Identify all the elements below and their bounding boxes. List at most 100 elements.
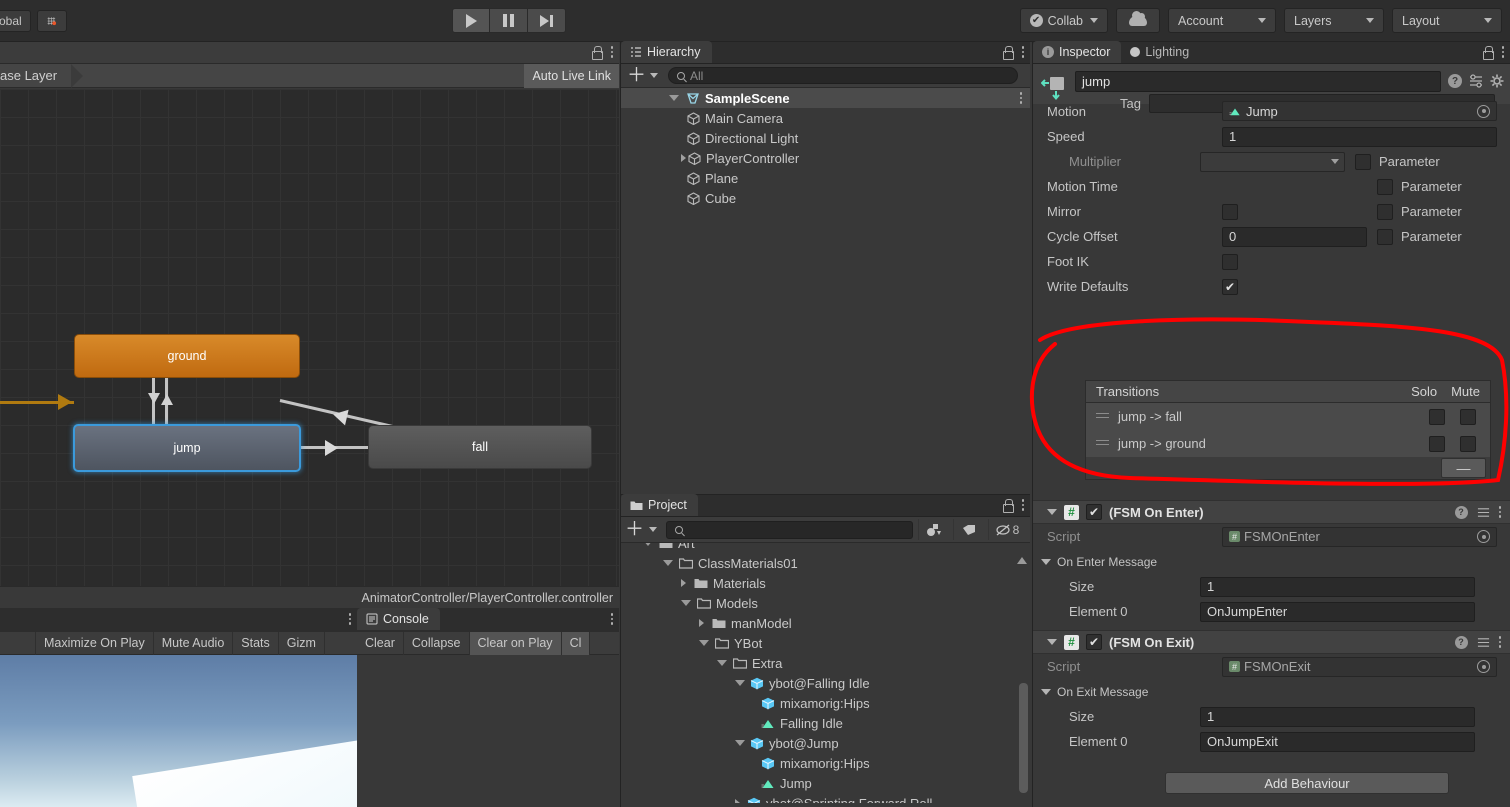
lock-icon[interactable] (591, 46, 603, 60)
pause-button[interactable] (490, 8, 528, 33)
foldout-open-icon[interactable] (717, 660, 727, 666)
layers-button[interactable]: Layers (1284, 8, 1384, 33)
project-scrollbar[interactable] (1017, 557, 1028, 803)
preset-icon[interactable] (1469, 74, 1483, 88)
object-picker-icon[interactable] (1477, 530, 1490, 543)
hierarchy-row-samplescene[interactable]: SampleScene (621, 88, 1030, 108)
transition-mute-checkbox[interactable] (1460, 408, 1476, 425)
kebab-menu-icon[interactable] (348, 613, 351, 625)
stats-button[interactable]: Stats (233, 631, 279, 655)
state-node-fall[interactable]: fall (368, 425, 592, 469)
help-icon[interactable]: ? (1448, 74, 1462, 88)
chevron-down-icon[interactable] (650, 73, 659, 78)
add-object-button[interactable]: ＋ (627, 66, 646, 85)
transition-solo-checkbox[interactable] (1429, 435, 1445, 452)
kebab-menu-icon[interactable] (1498, 636, 1501, 648)
foldout-closed-icon[interactable] (699, 619, 704, 627)
chevron-down-icon[interactable] (649, 527, 658, 532)
kebab-menu-icon[interactable] (610, 613, 613, 625)
console-clear-button[interactable]: Clear (357, 631, 404, 655)
project-row-classmaterials01[interactable]: ClassMaterials01 (621, 553, 1030, 573)
cycle-offset-parameter-checkbox[interactable] (1377, 228, 1393, 245)
foot-ik-checkbox[interactable] (1222, 253, 1238, 270)
motion-object-field[interactable]: Jump (1222, 101, 1497, 121)
project-search-input[interactable] (666, 520, 913, 539)
object-picker-icon[interactable] (1477, 104, 1490, 118)
play-button[interactable] (452, 8, 490, 33)
lock-icon[interactable] (1002, 46, 1014, 60)
drag-handle-icon[interactable] (1096, 412, 1109, 421)
kebab-menu-icon[interactable] (1021, 46, 1024, 58)
hidden-packages-toggle[interactable]: 8 (988, 519, 1026, 540)
hierarchy-row-directional-light[interactable]: Directional Light (621, 128, 1030, 148)
grid-snap-icon[interactable] (36, 9, 67, 32)
auto-live-link-button[interactable]: Auto Live Link (524, 64, 619, 88)
project-row-ybot-sprinting-forward-roll[interactable]: ybot@Sprinting Forward Roll (621, 793, 1030, 803)
transition-row-jump-to-ground[interactable]: jump -> ground (1086, 430, 1490, 457)
state-node-jump[interactable]: jump (73, 424, 301, 472)
kebab-menu-icon[interactable] (1501, 46, 1504, 58)
hierarchy-tree[interactable]: SampleScene Main Camera Directional Ligh… (621, 88, 1030, 208)
tab-project[interactable]: Project (621, 494, 698, 516)
kebab-menu-icon[interactable] (610, 46, 613, 58)
tab-inspector[interactable]: i Inspector (1033, 41, 1122, 63)
scroll-up-arrow-icon[interactable] (1017, 557, 1027, 564)
element-input[interactable]: OnJumpExit (1200, 731, 1475, 752)
mirror-checkbox[interactable] (1222, 203, 1238, 220)
help-icon[interactable]: ? (1454, 505, 1468, 519)
foldout-open-icon[interactable] (681, 600, 691, 606)
project-row-ybot-jump[interactable]: ybot@Jump (621, 733, 1030, 753)
project-row-ybot[interactable]: YBot (621, 633, 1030, 653)
add-behaviour-button[interactable]: Add Behaviour (1165, 772, 1449, 794)
foldout-open-icon[interactable] (669, 95, 679, 101)
mirror-parameter-checkbox[interactable] (1377, 203, 1393, 220)
motion-time-parameter-checkbox[interactable] (1377, 178, 1393, 195)
account-button[interactable]: Account (1168, 8, 1276, 33)
mute-audio-button[interactable]: Mute Audio (154, 631, 234, 655)
write-defaults-checkbox[interactable]: ✔ (1222, 278, 1238, 295)
console-clear-on-build-button[interactable]: Cl (561, 631, 591, 655)
hierarchy-search-input[interactable]: All (668, 67, 1018, 84)
foldout-open-icon[interactable] (699, 640, 709, 646)
tab-hierarchy[interactable]: Hierarchy (621, 41, 712, 63)
state-name-input[interactable]: jump (1075, 71, 1441, 92)
row-on-enter-message[interactable]: On Enter Message (1033, 549, 1510, 574)
element-input[interactable]: OnJumpEnter (1200, 601, 1475, 622)
collab-button[interactable]: ✔ Collab (1019, 8, 1108, 33)
script-object-field[interactable]: # FSMOnExit (1222, 656, 1497, 677)
transitions-list[interactable]: jump -> fall jump -> ground — (1085, 403, 1491, 480)
project-row-falling-idle-clip[interactable]: Falling Idle (621, 713, 1030, 733)
project-tree[interactable]: Art ClassMaterials01 Materials Models ma (621, 543, 1030, 803)
project-row-jump-clip[interactable]: Jump (621, 773, 1030, 793)
pivot-rotation-button[interactable]: obal (0, 9, 31, 32)
lock-icon[interactable] (1482, 46, 1494, 60)
project-row-art[interactable]: Art (621, 543, 1030, 553)
foldout-closed-icon[interactable] (735, 799, 740, 803)
hierarchy-row-playercontroller[interactable]: PlayerController (621, 148, 1030, 168)
behaviour-header-on-enter[interactable]: # ✔ (FSM On Enter) ? (1033, 500, 1510, 524)
tab-lighting[interactable]: Lighting (1121, 41, 1200, 63)
cycle-offset-input[interactable]: 0 (1222, 226, 1367, 247)
filter-by-type-icon[interactable] (918, 519, 948, 540)
project-row-extra[interactable]: Extra (621, 653, 1030, 673)
foldout-open-icon[interactable] (643, 543, 653, 546)
remove-transition-button[interactable]: — (1441, 458, 1486, 478)
transition-solo-checkbox[interactable] (1429, 408, 1445, 425)
maximize-on-play-button[interactable]: Maximize On Play (36, 631, 154, 655)
project-row-ybot-falling-idle[interactable]: ybot@Falling Idle (621, 673, 1030, 693)
preset-icon[interactable] (1477, 506, 1490, 519)
row-on-exit-message[interactable]: On Exit Message (1033, 679, 1510, 704)
foldout-open-icon[interactable] (663, 560, 673, 566)
behaviour-header-on-exit[interactable]: # ✔ (FSM On Exit) ? (1033, 630, 1510, 654)
console-clear-on-play-button[interactable]: Clear on Play (469, 631, 562, 655)
foldout-open-icon[interactable] (1041, 688, 1051, 695)
filter-by-label-icon[interactable] (953, 519, 983, 540)
script-object-field[interactable]: # FSMOnEnter (1222, 526, 1497, 547)
drag-handle-icon[interactable] (1096, 439, 1109, 448)
behaviour-enabled-checkbox[interactable]: ✔ (1086, 634, 1102, 650)
hierarchy-row-main-camera[interactable]: Main Camera (621, 108, 1030, 128)
kebab-menu-icon[interactable] (1019, 92, 1022, 104)
console-log-area[interactable] (357, 655, 619, 807)
speed-input[interactable]: 1 (1222, 126, 1497, 147)
project-row-mixamorig-hips-1[interactable]: mixamorig:Hips (621, 693, 1030, 713)
